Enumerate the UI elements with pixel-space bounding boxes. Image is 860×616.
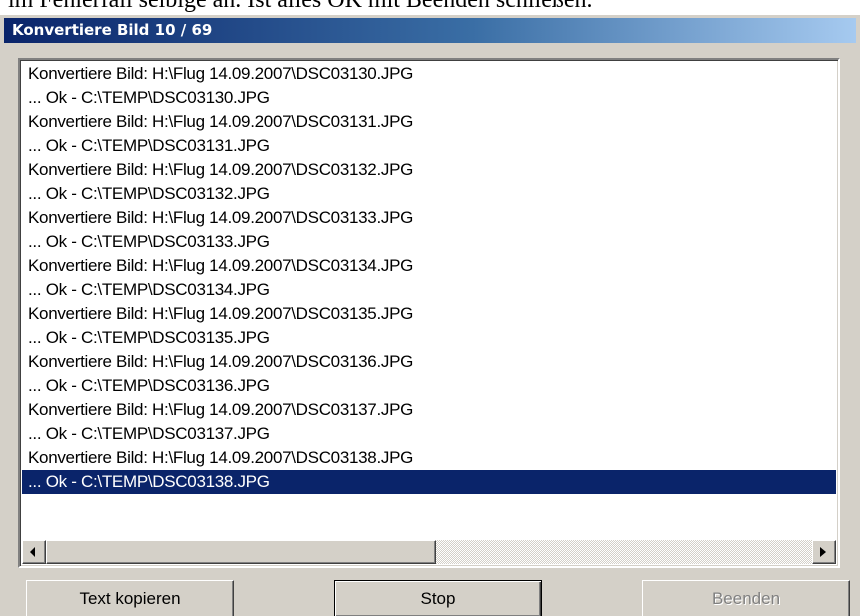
log-line[interactable]: Konvertiere Bild: H:\Flug 14.09.2007\DSC… [22,158,836,182]
stop-button[interactable]: Stop [334,580,542,616]
window-title: Konvertiere Bild 10 / 69 [12,21,213,39]
scrollbar-thumb[interactable] [46,540,436,564]
scroll-right-button[interactable] [812,540,836,564]
log-line[interactable]: Konvertiere Bild: H:\Flug 14.09.2007\DSC… [22,110,836,134]
log-list[interactable]: Konvertiere Bild: H:\Flug 14.09.2007\DSC… [22,62,836,540]
conversion-dialog: Konvertiere Bild 10 / 69 Konvertiere Bil… [0,15,860,616]
log-listbox[interactable]: Konvertiere Bild: H:\Flug 14.09.2007\DSC… [18,58,840,568]
log-line[interactable]: ... Ok - C:\TEMP\DSC03134.JPG [22,278,836,302]
copy-text-button[interactable]: Text kopieren [26,580,234,616]
log-line[interactable]: ... Ok - C:\TEMP\DSC03130.JPG [22,86,836,110]
log-line[interactable]: ... Ok - C:\TEMP\DSC03133.JPG [22,230,836,254]
scroll-left-button[interactable] [22,540,46,564]
log-line[interactable]: ... Ok - C:\TEMP\DSC03135.JPG [22,326,836,350]
log-line[interactable]: ... Ok - C:\TEMP\DSC03138.JPG [22,470,836,494]
log-line[interactable]: ... Ok - C:\TEMP\DSC03137.JPG [22,422,836,446]
title-bar[interactable]: Konvertiere Bild 10 / 69 [4,18,856,43]
log-line[interactable]: Konvertiere Bild: H:\Flug 14.09.2007\DSC… [22,446,836,470]
arrow-right-icon [820,547,826,557]
arrow-left-icon [30,547,35,557]
log-line[interactable]: ... Ok - C:\TEMP\DSC03136.JPG [22,374,836,398]
log-line[interactable]: Konvertiere Bild: H:\Flug 14.09.2007\DSC… [22,302,836,326]
page: im Fehlerfall selbige an. Ist alles OK m… [0,0,860,616]
log-line[interactable]: ... Ok - C:\TEMP\DSC03132.JPG [22,182,836,206]
log-line[interactable]: Konvertiere Bild: H:\Flug 14.09.2007\DSC… [22,398,836,422]
log-line[interactable]: Konvertiere Bild: H:\Flug 14.09.2007\DSC… [22,62,836,86]
context-text: im Fehlerfall selbige an. Ist alles OK m… [8,0,593,13]
log-line[interactable]: ... Ok - C:\TEMP\DSC03131.JPG [22,134,836,158]
log-line[interactable]: Konvertiere Bild: H:\Flug 14.09.2007\DSC… [22,254,836,278]
log-line[interactable]: Konvertiere Bild: H:\Flug 14.09.2007\DSC… [22,350,836,374]
log-line[interactable]: Konvertiere Bild: H:\Flug 14.09.2007\DSC… [22,206,836,230]
horizontal-scrollbar[interactable] [22,540,836,564]
exit-button[interactable]: Beenden [642,580,850,616]
